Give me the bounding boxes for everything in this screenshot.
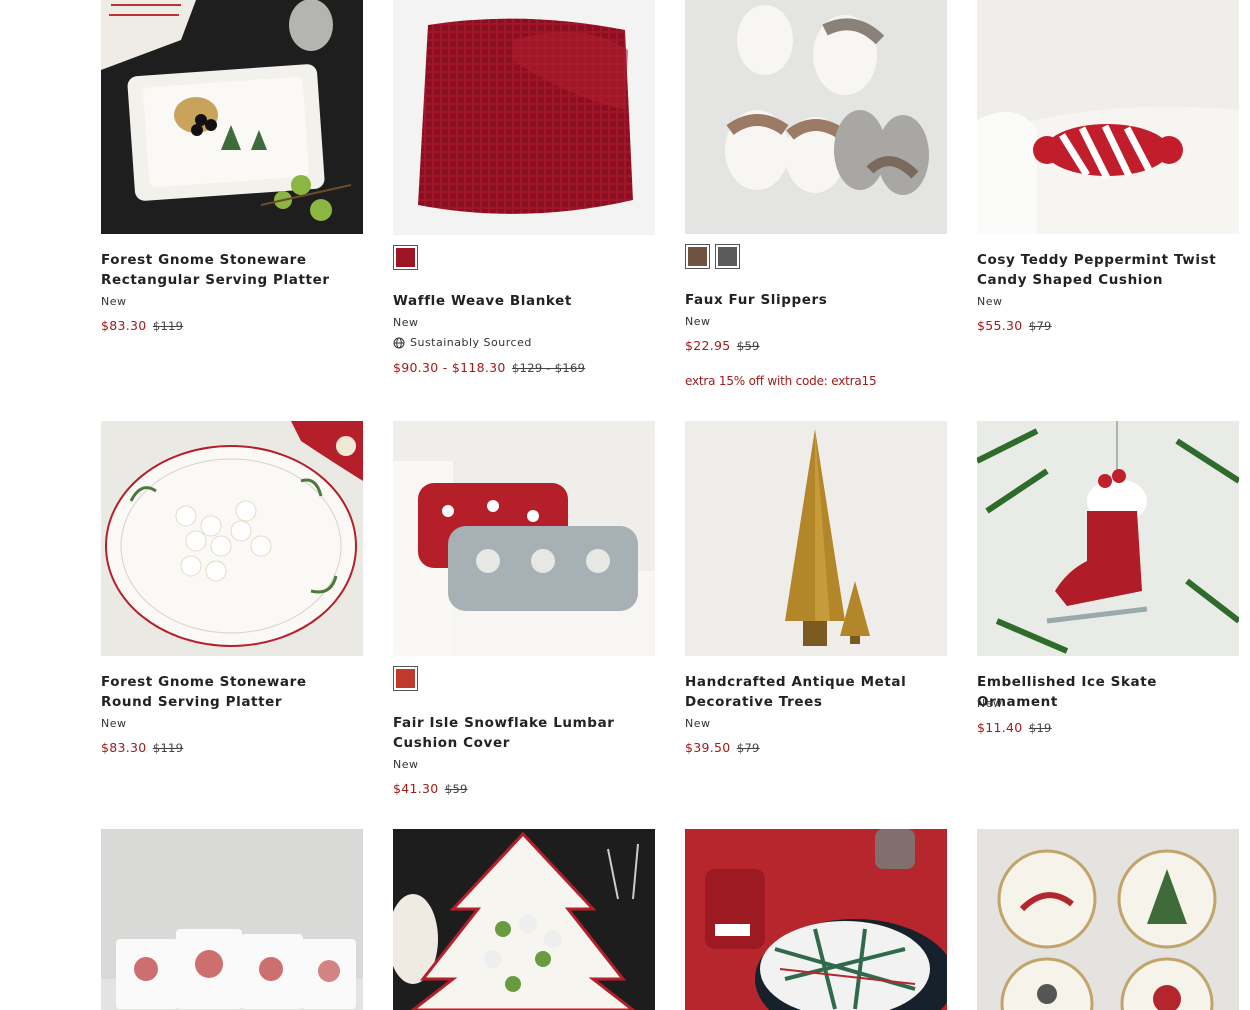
price: $11.40 $19 bbox=[977, 720, 1052, 735]
product-title[interactable]: Forest Gnome Stoneware Rectangular Servi… bbox=[101, 250, 363, 290]
product-image[interactable] bbox=[977, 0, 1239, 234]
product-title[interactable]: Fair Isle Snowflake Lumbar Cushion Cover bbox=[393, 713, 655, 753]
product-image[interactable] bbox=[393, 0, 655, 235]
product-image[interactable] bbox=[977, 421, 1239, 656]
color-swatches bbox=[393, 245, 418, 270]
price: $83.30 $119 bbox=[101, 740, 183, 755]
sale-price: $83.30 bbox=[101, 740, 147, 755]
color-swatch[interactable] bbox=[715, 244, 740, 269]
product-image[interactable] bbox=[101, 421, 363, 656]
product-image[interactable] bbox=[101, 0, 363, 234]
original-price: $119 bbox=[152, 741, 184, 755]
sustainability-text: Sustainably Sourced bbox=[410, 336, 532, 349]
product-title[interactable]: Cosy Teddy Peppermint Twist Candy Shaped… bbox=[977, 250, 1239, 290]
price: $41.30 $59 bbox=[393, 781, 468, 796]
sale-price: $55.30 bbox=[977, 318, 1023, 333]
product-title[interactable]: Forest Gnome Stoneware Round Serving Pla… bbox=[101, 672, 363, 712]
product-image[interactable] bbox=[101, 829, 363, 1010]
sale-price: $39.50 bbox=[685, 740, 731, 755]
original-price: $59 bbox=[444, 782, 468, 796]
new-badge: New bbox=[977, 697, 1003, 710]
new-badge: New bbox=[101, 295, 127, 308]
product-image[interactable] bbox=[685, 0, 947, 234]
color-swatch[interactable] bbox=[393, 245, 418, 270]
sale-price: $22.95 bbox=[685, 338, 731, 353]
product-image[interactable] bbox=[393, 421, 655, 656]
price: $55.30 $79 bbox=[977, 318, 1052, 333]
price: $39.50 $79 bbox=[685, 740, 760, 755]
product-image[interactable] bbox=[393, 829, 655, 1010]
product-title[interactable]: Embellished Ice Skate Ornament bbox=[977, 672, 1239, 712]
globe-icon bbox=[393, 337, 405, 348]
new-badge: New bbox=[393, 316, 419, 329]
color-swatch[interactable] bbox=[393, 666, 418, 691]
new-badge: New bbox=[977, 295, 1003, 308]
sale-price: $83.30 bbox=[101, 318, 147, 333]
price: $83.30 $119 bbox=[101, 318, 183, 333]
original-price: $79 bbox=[1028, 319, 1052, 333]
product-image[interactable] bbox=[977, 829, 1239, 1010]
sale-price: $90.30 - $118.30 bbox=[393, 360, 506, 375]
color-swatch[interactable] bbox=[685, 244, 710, 269]
sale-price: $11.40 bbox=[977, 720, 1023, 735]
original-price: $59 bbox=[736, 339, 760, 353]
product-title[interactable]: Faux Fur Slippers bbox=[685, 290, 947, 310]
product-title[interactable]: Waffle Weave Blanket bbox=[393, 291, 655, 311]
new-badge: New bbox=[101, 717, 127, 730]
color-swatches bbox=[685, 244, 740, 269]
product-image[interactable] bbox=[685, 829, 947, 1010]
original-price: $19 bbox=[1028, 721, 1052, 735]
sale-price: $41.30 bbox=[393, 781, 439, 796]
original-price: $79 bbox=[736, 741, 760, 755]
price: $22.95 $59 bbox=[685, 338, 760, 353]
product-title[interactable]: Handcrafted Antique Metal Decorative Tre… bbox=[685, 672, 947, 712]
promo-code-text: extra 15% off with code: extra15 bbox=[685, 374, 877, 388]
new-badge: New bbox=[393, 758, 419, 771]
price: $90.30 - $118.30 $129 - $169 bbox=[393, 360, 585, 375]
original-price: $119 bbox=[152, 319, 184, 333]
sustainability-label: Sustainably Sourced bbox=[393, 336, 532, 349]
product-image[interactable] bbox=[685, 421, 947, 656]
color-swatches bbox=[393, 666, 418, 691]
original-price: $129 - $169 bbox=[511, 361, 586, 375]
new-badge: New bbox=[685, 717, 711, 730]
new-badge: New bbox=[685, 315, 711, 328]
